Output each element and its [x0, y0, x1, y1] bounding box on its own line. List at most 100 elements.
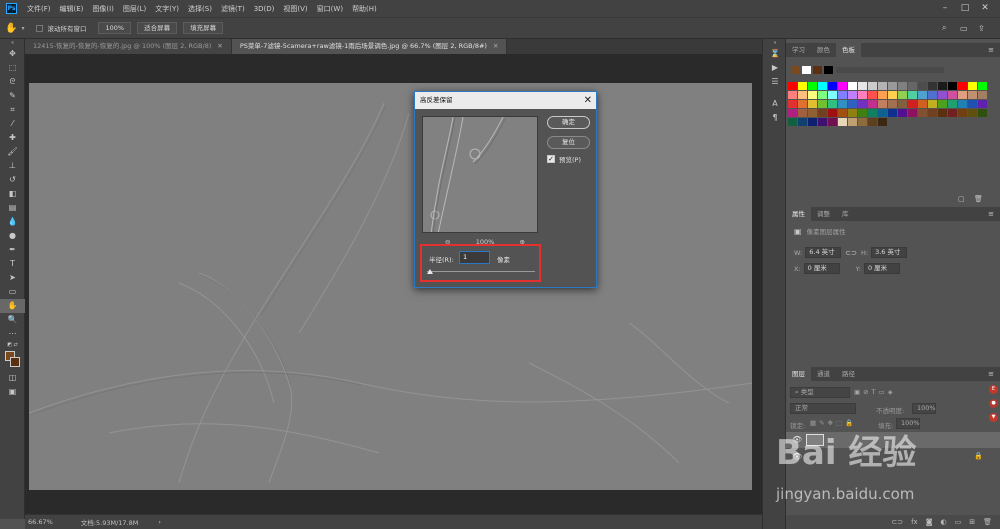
color-swatch[interactable]: [918, 109, 927, 117]
color-swatch[interactable]: [978, 100, 987, 108]
paragraph-icon[interactable]: ¶: [763, 111, 787, 125]
color-swatch[interactable]: [928, 82, 937, 90]
color-swatch[interactable]: [948, 109, 957, 117]
recent-swatch[interactable]: [791, 66, 800, 74]
tool-preset-chevron-icon[interactable]: ▾: [21, 25, 24, 32]
more-tools-icon[interactable]: ⋯: [0, 327, 25, 341]
color-swatch[interactable]: [968, 82, 977, 90]
default-colors-icon[interactable]: ◩ ⇄: [0, 341, 25, 349]
pen-tool-icon[interactable]: ✒: [0, 243, 25, 257]
character-icon[interactable]: A: [763, 97, 787, 111]
color-swatch[interactable]: [888, 91, 897, 99]
plugin-icon[interactable]: E: [989, 385, 998, 394]
fx-icon[interactable]: fx: [911, 518, 918, 526]
move-tool-icon[interactable]: ✥: [0, 47, 25, 61]
color-swatch[interactable]: [788, 91, 797, 99]
link-icon[interactable]: ⊂⊃: [845, 249, 857, 257]
adjustment-layer-icon[interactable]: ◐: [941, 518, 947, 526]
menu-3d[interactable]: 3D(D): [254, 5, 275, 13]
group-icon[interactable]: ▭: [955, 518, 962, 526]
panel-menu-icon[interactable]: ≡: [988, 367, 994, 381]
status-menu-arrow-icon[interactable]: ›: [158, 518, 161, 526]
filter-preview[interactable]: [422, 116, 538, 233]
color-swatch[interactable]: [828, 100, 837, 108]
quick-select-tool-icon[interactable]: ✎: [0, 89, 25, 103]
color-swatch[interactable]: [898, 109, 907, 117]
color-swatch[interactable]: [858, 82, 867, 90]
color-swatch[interactable]: [818, 118, 827, 126]
color-swatch[interactable]: [968, 109, 977, 117]
color-swatch[interactable]: [868, 100, 877, 108]
link-layers-icon[interactable]: ⊂⊃: [891, 518, 903, 526]
color-swatch[interactable]: [798, 118, 807, 126]
color-swatch[interactable]: [838, 91, 847, 99]
recent-swatch[interactable]: [813, 66, 822, 74]
menu-select[interactable]: 选择(S): [188, 4, 212, 14]
color-swatch[interactable]: [858, 118, 867, 126]
color-swatch[interactable]: [828, 118, 837, 126]
color-swatch[interactable]: [818, 109, 827, 117]
color-swatch[interactable]: [938, 100, 947, 108]
color-swatch[interactable]: [808, 100, 817, 108]
color-swatch[interactable]: [958, 100, 967, 108]
recent-swatch[interactable]: [802, 66, 811, 74]
plugin-icon[interactable]: ▼: [989, 413, 998, 422]
new-layer-icon[interactable]: ⊞: [969, 518, 975, 526]
color-swatch[interactable]: [918, 91, 927, 99]
color-swatch[interactable]: [898, 82, 907, 90]
clone-stamp-tool-icon[interactable]: ⊥: [0, 159, 25, 173]
color-swatch[interactable]: [948, 91, 957, 99]
color-swatch[interactable]: [868, 109, 877, 117]
color-swatch[interactable]: [798, 100, 807, 108]
color-swatch[interactable]: [798, 91, 807, 99]
color-swatch[interactable]: [818, 91, 827, 99]
quick-mask-icon[interactable]: ◫: [0, 371, 25, 385]
tab-paths[interactable]: 路径: [836, 367, 861, 381]
delete-layer-icon[interactable]: 🗑: [983, 518, 992, 526]
color-swatch[interactable]: [858, 109, 867, 117]
preview-checkbox[interactable]: ✓: [547, 155, 555, 163]
color-swatch[interactable]: [888, 82, 897, 90]
color-swatch[interactable]: [918, 82, 927, 90]
menu-layer[interactable]: 图层(L): [123, 4, 146, 14]
color-swatch[interactable]: [808, 91, 817, 99]
layer-kind-filter[interactable]: ⌕ 类型: [790, 387, 850, 398]
color-swatch[interactable]: [868, 82, 877, 90]
color-swatch[interactable]: [838, 100, 847, 108]
color-swatch[interactable]: [918, 100, 927, 108]
share-icon[interactable]: ⇪: [978, 24, 985, 33]
color-swatch[interactable]: [788, 109, 797, 117]
collapse-panels-icon[interactable]: »: [763, 39, 787, 47]
workspace-icon[interactable]: ▭: [960, 24, 968, 33]
menu-type[interactable]: 文字(Y): [155, 4, 179, 14]
color-swatch[interactable]: [848, 91, 857, 99]
history-brush-tool-icon[interactable]: ↺: [0, 173, 25, 187]
color-swatch[interactable]: [828, 109, 837, 117]
color-swatch[interactable]: [848, 118, 857, 126]
color-swatch[interactable]: [868, 91, 877, 99]
layer-filter-icons[interactable]: ▣⊘T▭◈: [854, 388, 896, 396]
scroll-all-windows-checkbox[interactable]: [36, 24, 44, 32]
color-swatch[interactable]: [878, 82, 887, 90]
color-swatch[interactable]: [818, 100, 827, 108]
actions-icon[interactable]: ▶: [763, 61, 787, 75]
reset-button[interactable]: 复位: [547, 136, 590, 149]
minimize-icon[interactable]: –: [938, 2, 952, 14]
rectangle-tool-icon[interactable]: ▭: [0, 285, 25, 299]
color-swatch[interactable]: [938, 82, 947, 90]
color-swatch[interactable]: [878, 91, 887, 99]
close-tab-icon[interactable]: ✕: [217, 42, 222, 50]
color-swatch[interactable]: [808, 82, 817, 90]
color-swatch[interactable]: [948, 82, 957, 90]
zoom-100-button[interactable]: 100%: [98, 22, 132, 34]
color-swatch[interactable]: [848, 109, 857, 117]
color-swatch[interactable]: [928, 109, 937, 117]
color-swatch[interactable]: [848, 100, 857, 108]
color-swatch[interactable]: [908, 100, 917, 108]
plugin-icon[interactable]: ●: [989, 399, 998, 408]
panel-menu-icon[interactable]: ≡: [988, 43, 994, 57]
ok-button[interactable]: 确定: [547, 116, 590, 129]
color-swatch[interactable]: [788, 118, 797, 126]
fit-screen-button[interactable]: 适合屏幕: [137, 22, 178, 34]
type-tool-icon[interactable]: T: [0, 257, 25, 271]
